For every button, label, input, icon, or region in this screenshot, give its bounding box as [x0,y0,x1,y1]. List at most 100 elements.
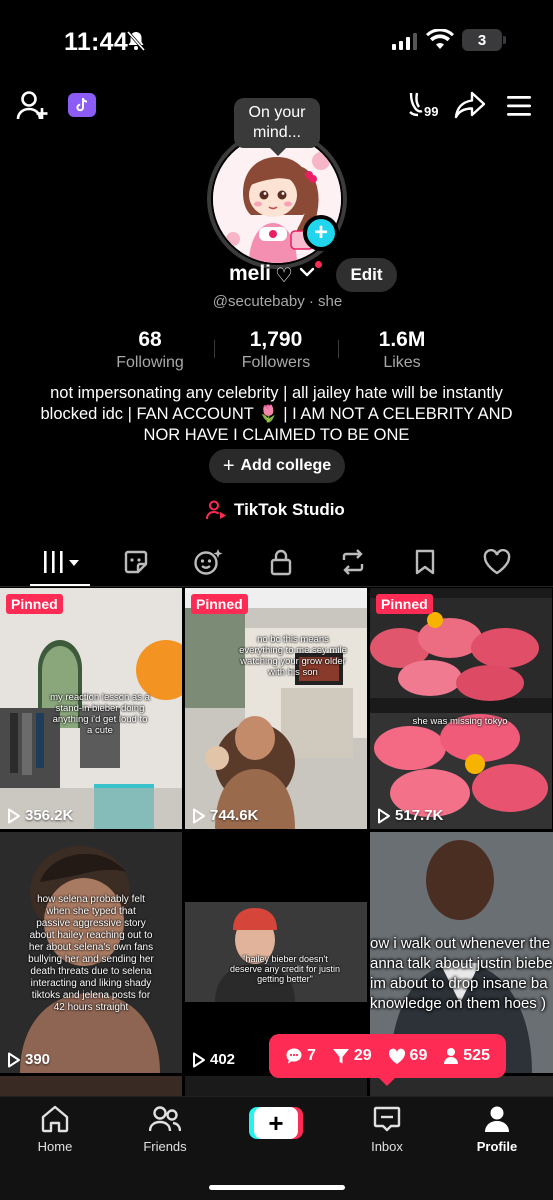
comments-count: 7 [306,1047,316,1064]
tiktok-studio-shortcut-icon[interactable] [68,93,96,117]
following-count: 68 [138,328,162,351]
add-college-label: Add college [240,457,332,474]
battery-indicator: 3 [462,29,506,51]
share-profile-icon[interactable] [454,90,486,120]
thumbnail-image [370,588,552,829]
creator-rank-icon[interactable]: 99 [406,90,446,122]
tab-ai-self[interactable] [190,547,226,577]
share-funnel-icon [332,1049,349,1064]
add-story-button[interactable]: + [303,215,339,251]
likes-count: 1.6M [378,328,426,351]
video-thumbnail[interactable]: my reaction lesson as a stand-in bieber … [0,588,182,829]
pinned-badge: Pinned [376,594,433,614]
play-icon [193,1052,205,1067]
video-caption: "hailey bieber doesn't deserve any credi… [229,954,341,984]
followers-activity-count: 525 [463,1047,490,1064]
edit-profile-button[interactable]: Edit [336,258,397,292]
nav-profile-label: Profile [476,1139,518,1154]
video-caption: no bc this means everything to me sey mi… [239,634,347,678]
active-tab-underline [30,584,90,586]
thumbnail-image [185,588,367,829]
nav-inbox[interactable]: Inbox [347,1105,427,1154]
bell-off-icon [126,31,146,51]
shares-count: 29 [353,1047,372,1064]
play-icon [8,808,20,823]
pinned-badge: Pinned [6,594,63,614]
followers-count: 1,790 [249,328,303,351]
view-count: 517.7K [377,807,443,824]
video-thumbnail[interactable] [0,1076,182,1096]
caption-line: knowledge on them hoes ) [370,995,546,1012]
create-button[interactable]: + [249,1107,303,1139]
bio[interactable]: not impersonating any celebrity | all ja… [20,383,533,446]
name-row: meli ♡ [0,258,553,292]
comment-icon [286,1048,302,1064]
likes-activity: 69 [388,1047,428,1065]
video-thumbnail[interactable] [370,1076,553,1096]
add-friend-icon[interactable] [16,90,50,122]
nav-profile[interactable]: Profile [457,1105,537,1154]
video-thumbnail[interactable]: no bc this means everything to me sey mi… [185,588,367,829]
profile-icon [485,1106,509,1132]
tab-stickers[interactable] [118,547,154,577]
view-count-value: 517.7K [395,807,444,824]
followers-stat[interactable]: 1,790 Followers [232,328,320,372]
username: meli [229,262,272,285]
tab-liked[interactable] [479,547,515,577]
likes-stat[interactable]: 1.6M Likes [366,328,438,372]
video-caption: ow i walk out whenever the anna talk abo… [370,934,553,1014]
story-prompt-bubble[interactable]: On your mind... [234,98,320,156]
handle-row: @secutebaby · she [0,293,553,310]
heart-filled-icon [388,1048,405,1064]
menu-icon[interactable] [505,95,533,117]
tab-videos[interactable] [40,547,84,577]
studio-person-icon [206,500,226,520]
wifi-icon [426,29,454,49]
rank-badge: 99 [424,104,439,119]
caption-line: anna talk about justin biebe [370,955,553,972]
video-caption: she was missing tokyo [412,716,508,727]
video-thumbnail[interactable]: she was missing tokyo Pinned 517.7K [370,588,552,829]
caption-line: im about to drop insane ba [370,975,548,992]
play-icon [378,808,390,823]
pronouns: · she [308,293,343,310]
video-thumbnail[interactable] [185,1076,367,1096]
nav-inbox-label: Inbox [371,1139,403,1154]
likes-label: Likes [383,354,421,371]
friends-icon [148,1106,182,1132]
inbox-icon [373,1106,401,1132]
nav-friends[interactable]: Friends [125,1105,205,1154]
notification-dot [315,261,322,268]
view-count: 744.6K [192,807,258,824]
bookmark-icon [415,549,435,575]
following-label: Following [116,354,184,371]
likes-activity-count: 69 [409,1047,428,1064]
comments-activity: 7 [285,1047,316,1065]
smile-sparkle-icon [194,549,223,575]
story-prompt-text: On your mind... [248,104,306,141]
stat-divider [214,340,215,358]
shares-activity: 29 [332,1047,372,1065]
play-icon [193,808,205,823]
chevron-down-icon[interactable] [299,264,315,280]
pinned-badge: Pinned [191,594,248,614]
tab-private[interactable] [263,547,299,577]
lock-icon [270,549,292,576]
followers-activity: 525 [443,1047,490,1065]
video-thumbnail[interactable]: how selena probably felt when she typed … [0,832,182,1073]
username-suffix: ♡ [275,265,293,287]
tiktok-studio-link[interactable]: TikTok Studio [206,500,345,520]
person-icon [444,1048,459,1064]
add-college-button[interactable]: + Add college [209,449,345,483]
following-stat[interactable]: 68 Following [110,328,190,372]
view-count: 356.2K [7,807,73,824]
caption-line: ow i walk out whenever the [370,935,551,952]
nav-home[interactable]: Home [15,1105,95,1154]
activity-popup[interactable]: 7 29 69 525 [269,1034,506,1086]
followers-label: Followers [241,354,311,371]
view-count-value: 390 [25,1051,51,1068]
view-count-value: 356.2K [25,807,74,824]
status-bar: 11:44 3 [0,0,553,80]
tab-favorites[interactable] [407,547,443,577]
tab-reposts[interactable] [335,547,371,577]
